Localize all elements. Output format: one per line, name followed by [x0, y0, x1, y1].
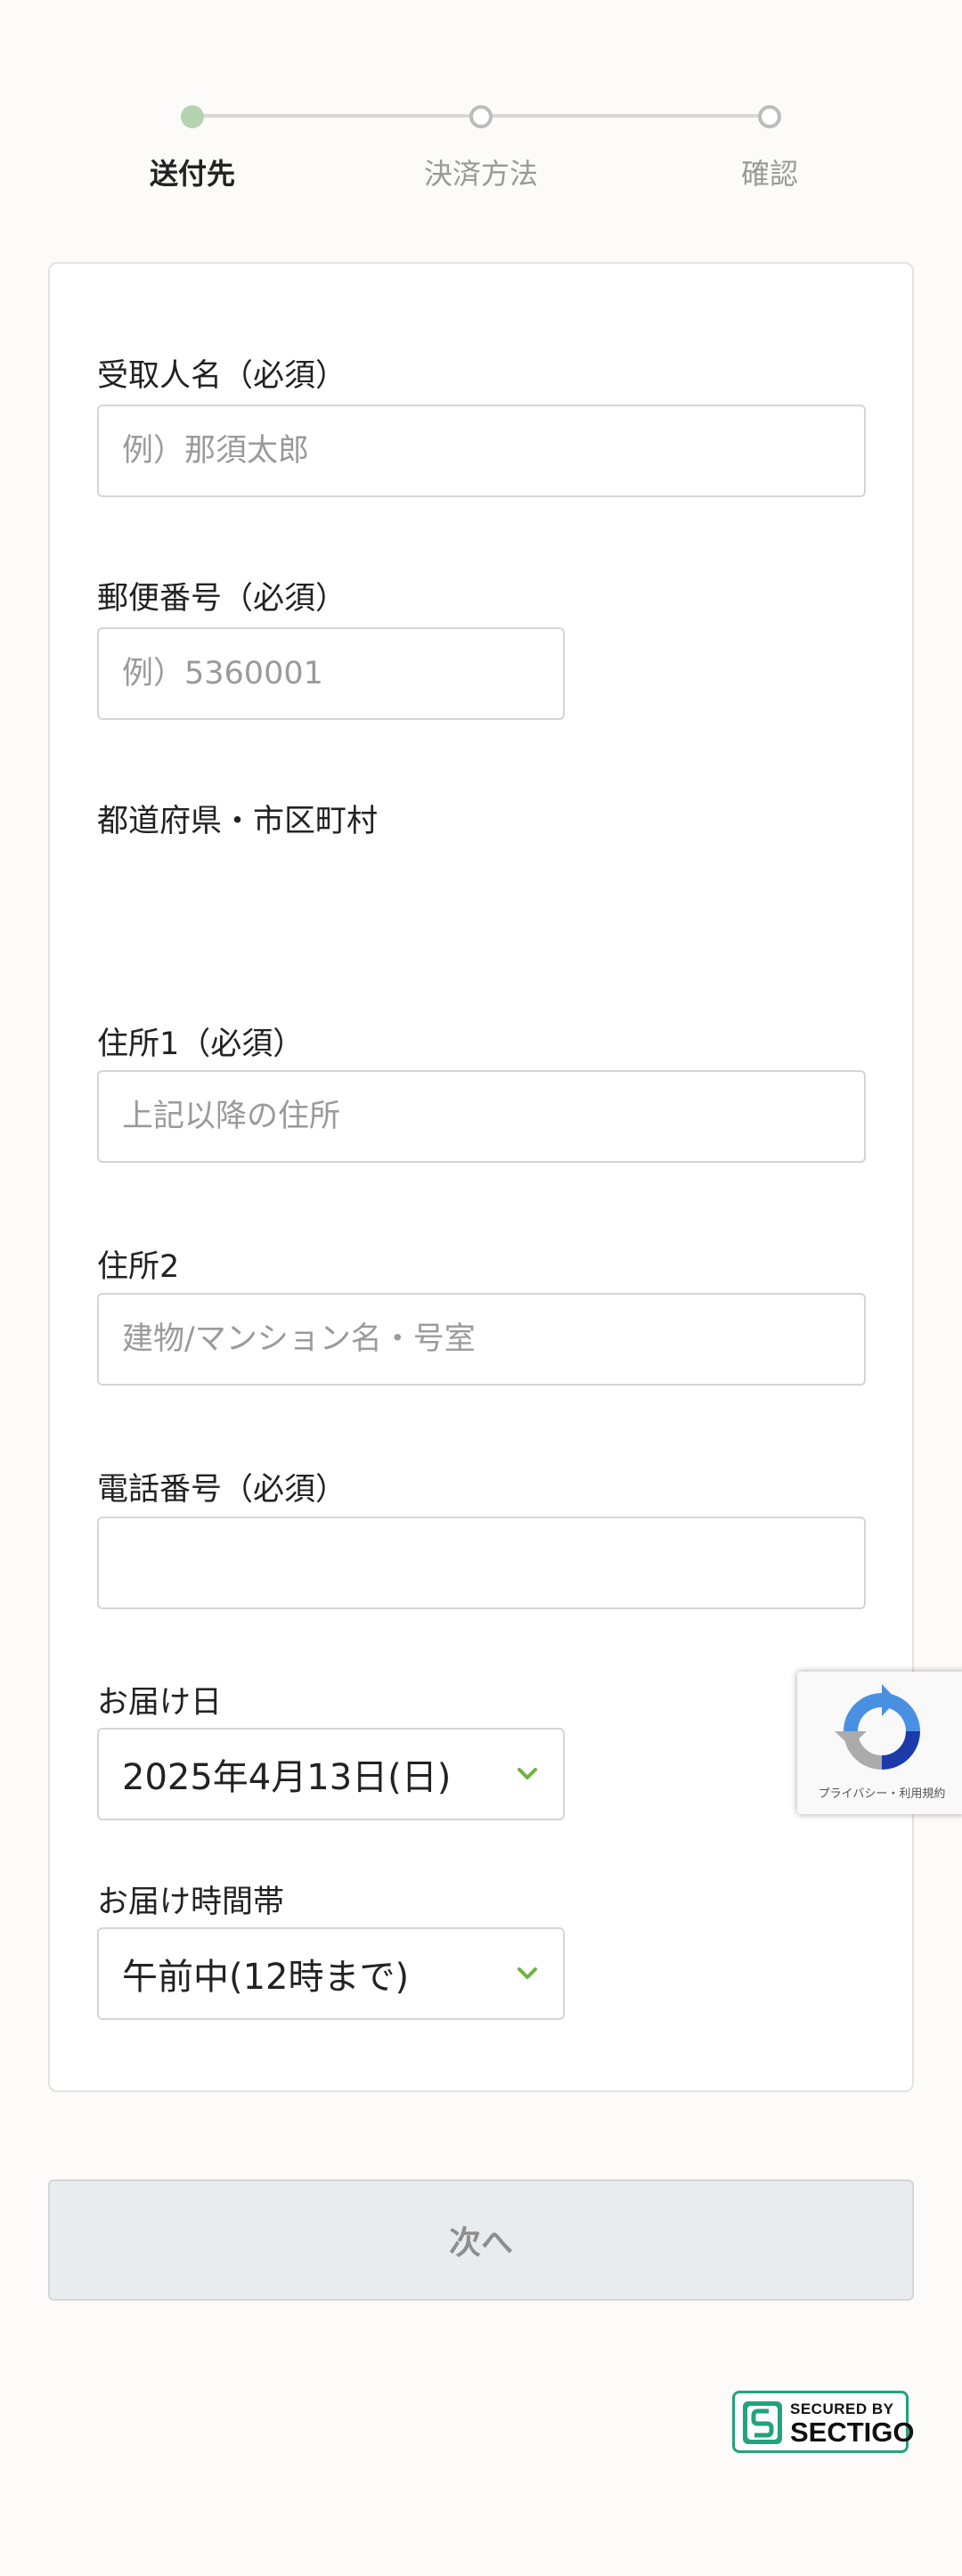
postal-code-input[interactable] — [97, 627, 565, 720]
step-label-confirm: 確認 — [740, 157, 798, 191]
postal-code-label: 郵便番号（必須） — [97, 581, 347, 617]
delivery-date-value: 2025年4月13日(日) — [122, 1757, 452, 1798]
delivery-time-value: 午前中(12時まで) — [122, 1957, 410, 1998]
prefecture-city-label: 都道府県・市区町村 — [97, 804, 379, 839]
address2-input[interactable] — [97, 1293, 866, 1386]
step-dot-shipping — [181, 105, 204, 128]
step-label-shipping: 送付先 — [149, 157, 235, 191]
next-button[interactable]: 次へ — [48, 2179, 914, 2301]
progress-line — [481, 114, 768, 118]
sectigo-shield-icon — [743, 2401, 782, 2444]
delivery-date-select[interactable]: 2025年4月13日(日) — [97, 1728, 565, 1820]
chevron-down-icon — [518, 1967, 537, 1979]
recipient-name-label: 受取人名（必須） — [97, 358, 347, 394]
checkout-progress: 送付先 決済方法 確認 — [0, 0, 962, 214]
step-dot-payment — [469, 105, 493, 128]
recaptcha-badge[interactable]: プライバシー・利用規約 — [797, 1672, 962, 1814]
prefecture-city-value — [97, 846, 866, 953]
recaptcha-icon — [835, 1684, 920, 1770]
progress-line — [192, 114, 479, 118]
address1-input[interactable] — [97, 1070, 866, 1163]
address1-label: 住所1（必須） — [97, 1026, 305, 1062]
address2-label: 住所2 — [97, 1249, 180, 1285]
chevron-down-icon — [518, 1768, 537, 1779]
recipient-name-input[interactable] — [97, 405, 866, 497]
step-label-payment: 決済方法 — [423, 157, 538, 191]
step-dot-confirm — [758, 105, 781, 128]
phone-label: 電話番号（必須） — [97, 1472, 347, 1508]
phone-input[interactable] — [97, 1517, 866, 1609]
sectigo-brand: SECTIGO — [790, 2417, 915, 2448]
delivery-time-label: お届け時間帯 — [97, 1885, 285, 1920]
delivery-date-label: お届け日 — [97, 1685, 223, 1721]
recaptcha-terms-link[interactable]: プライバシー・利用規約 — [797, 1784, 962, 1801]
delivery-time-select[interactable]: 午前中(12時まで) — [97, 1927, 565, 2020]
sectigo-seal[interactable]: SECURED BY SECTIGO — [732, 2391, 915, 2453]
sectigo-secured-by: SECURED BY — [790, 2400, 894, 2417]
